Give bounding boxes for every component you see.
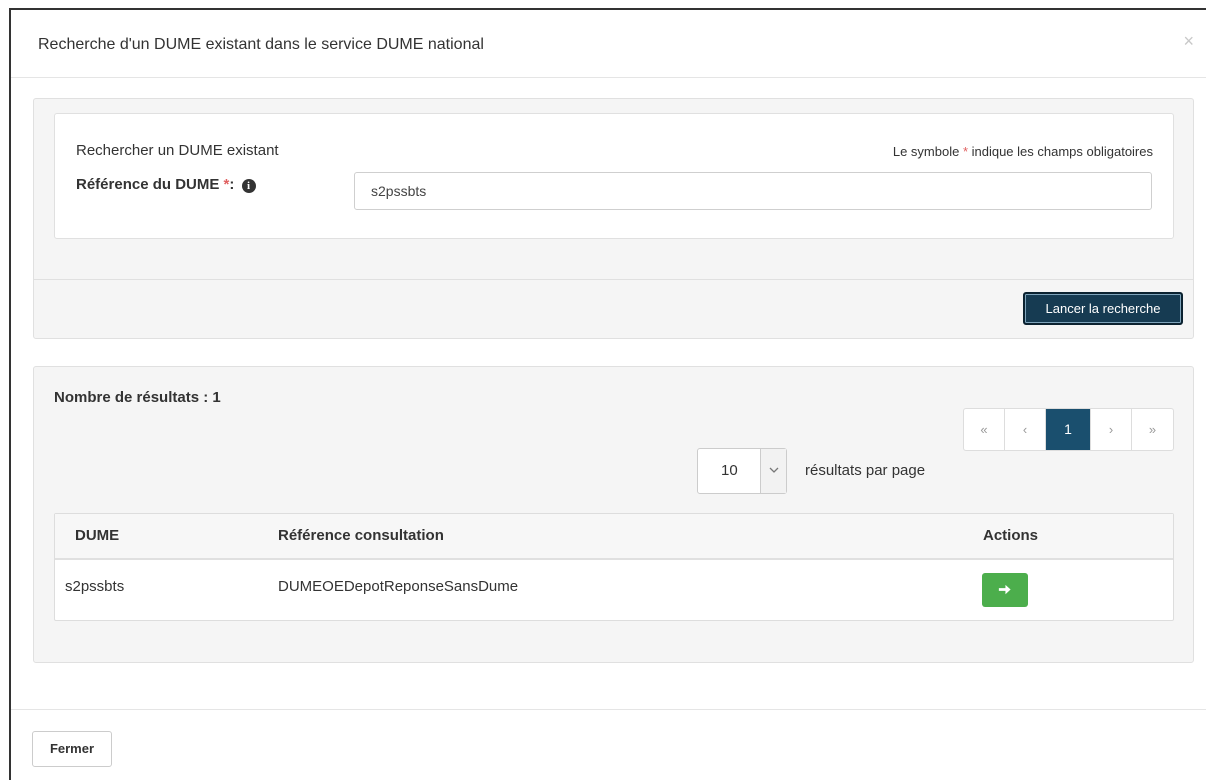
previous-page-button[interactable]: ‹ [1005,409,1046,450]
cell-dume: s2pssbts [65,578,125,595]
first-page-button[interactable]: « [964,409,1005,450]
arrow-right-icon [998,584,1011,595]
results-panel: Nombre de résultats : 1 « ‹ 1 › » 10 rés… [33,366,1194,663]
search-form: Rechercher un DUME existant Le symbole *… [54,113,1174,239]
search-panel: Rechercher un DUME existant Le symbole *… [33,98,1194,339]
chevron-down-icon[interactable] [760,449,786,493]
results-count: Nombre de résultats : 1 [54,389,221,406]
required-note-prefix: Le symbole [892,144,963,159]
column-header-actions: Actions [983,527,1039,544]
dume-reference-label-text: Référence du DUME [76,176,224,193]
close-button[interactable]: Fermer [32,731,112,767]
required-note-suffix: indique les champs obligatoires [968,144,1153,159]
per-page-value: 10 [721,462,738,479]
pagination: « ‹ 1 › » [963,408,1174,451]
results-table: DUME Référence consultation Actions s2ps… [54,513,1174,621]
close-icon[interactable]: × [1183,32,1194,50]
dume-reference-input[interactable] [354,172,1152,210]
modal-footer [11,709,1206,710]
page-1-button[interactable]: 1 [1046,409,1091,450]
label-colon: : [229,176,235,193]
select-dume-button[interactable] [982,573,1028,607]
search-button[interactable]: Lancer la recherche [1023,292,1183,325]
required-fields-note: Le symbole * indique les champs obligato… [893,144,1153,159]
column-header-dume: DUME [75,527,120,544]
info-circle-icon[interactable]: i [241,179,256,193]
cell-reference: DUMEOEDepotReponseSansDume [278,578,519,595]
dume-reference-label: Référence du DUME *: i [76,176,256,193]
search-divider [34,279,1193,280]
column-header-reference: Référence consultation [278,527,444,544]
per-page-select[interactable]: 10 [697,448,787,494]
search-heading: Rechercher un DUME existant [76,142,279,159]
modal-title: Recherche d'un DUME existant dans le ser… [38,36,484,53]
table-header: DUME Référence consultation Actions [55,514,1173,560]
per-page-label: résultats par page [805,462,926,479]
last-page-button[interactable]: » [1132,409,1173,450]
next-page-button[interactable]: › [1091,409,1132,450]
dume-search-modal: Recherche d'un DUME existant dans le ser… [9,8,1206,780]
modal-header: Recherche d'un DUME existant dans le ser… [11,10,1206,78]
